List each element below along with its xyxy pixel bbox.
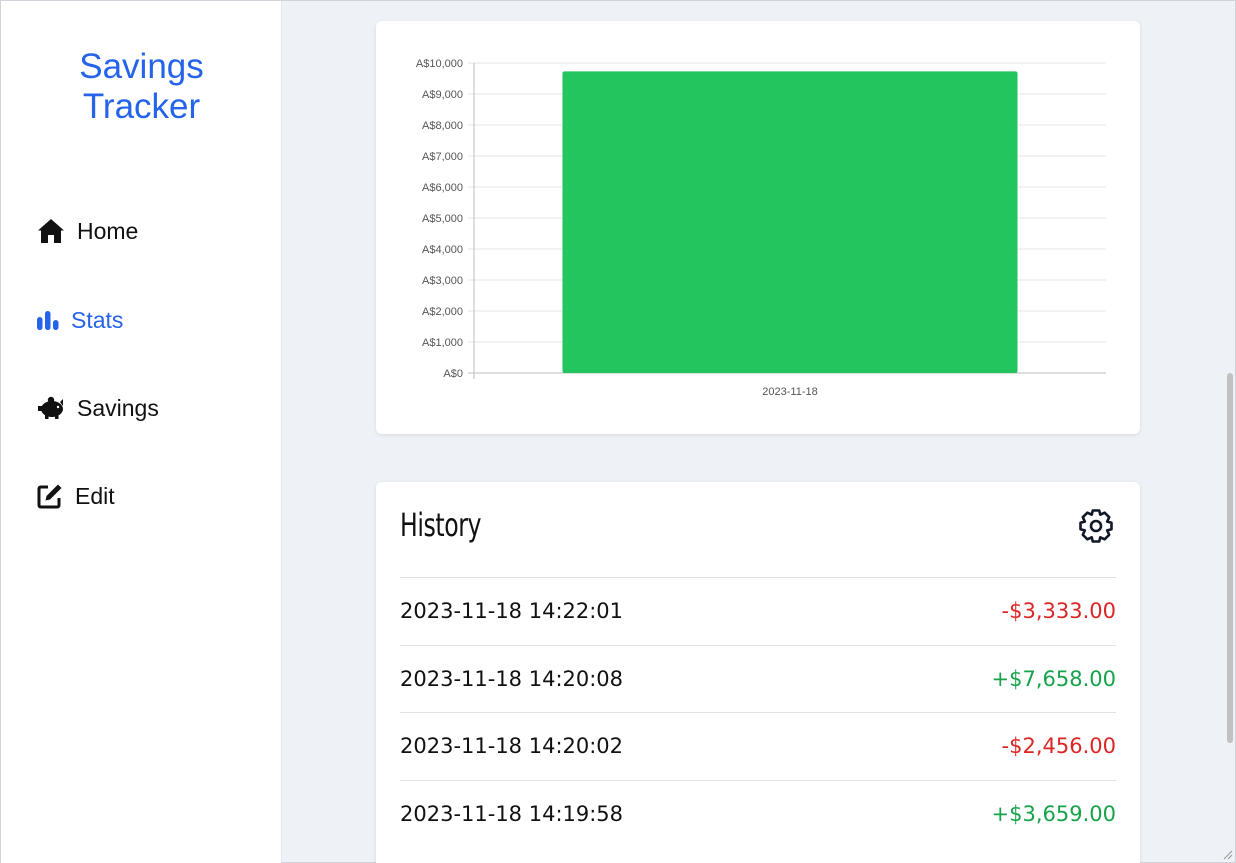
y-tick-label: A$0 bbox=[443, 368, 463, 380]
sidebar-item-savings[interactable]: Savings bbox=[37, 394, 159, 422]
y-tick-label: A$9,000 bbox=[422, 89, 463, 101]
y-tick-label: A$7,000 bbox=[422, 151, 463, 163]
app-title-line1: Savings bbox=[79, 47, 204, 86]
sidebar-item-label: Edit bbox=[75, 482, 115, 509]
y-tick-label: A$4,000 bbox=[422, 244, 463, 256]
history-row[interactable]: 2023-11-18 14:20:08 +$7,658.00 bbox=[400, 644, 1116, 713]
scrollbar-thumb[interactable] bbox=[1227, 373, 1233, 743]
history-row[interactable]: 2023-11-18 14:19:58 +$3,659.00 bbox=[400, 779, 1116, 848]
history-row[interactable]: 2023-11-18 14:22:01 -$3,333.00 bbox=[400, 577, 1116, 645]
history-timestamp: 2023-11-18 14:20:08 bbox=[400, 666, 624, 691]
history-list: 2023-11-18 14:22:01 -$3,333.00 2023-11-18 … bbox=[400, 577, 1116, 847]
history-timestamp: 2023-11-18 14:19:58 bbox=[400, 801, 624, 826]
piggy-bank-icon bbox=[37, 394, 65, 422]
app-title-line2: Tracker bbox=[82, 87, 201, 126]
app-title: Savings Tracker bbox=[1, 47, 282, 127]
history-card: History 2023-11-18 14:22:01 -$3,333.00 202… bbox=[376, 482, 1140, 863]
edit-icon bbox=[37, 482, 65, 510]
sidebar-item-home[interactable]: Home bbox=[37, 217, 138, 245]
y-tick-label: A$8,000 bbox=[422, 120, 463, 132]
history-amount: -$2,456.00 bbox=[1001, 734, 1116, 759]
sidebar: Savings Tracker Home Stats Savings Edit bbox=[1, 1, 282, 863]
gear-icon[interactable] bbox=[1078, 508, 1114, 544]
history-timestamp: 2023-11-18 14:20:02 bbox=[400, 734, 624, 759]
chart-card: A$0 A$1,000 A$2,000 A$3,000 A$4,000 A$5,000 A$… bbox=[376, 21, 1140, 434]
y-tick-label: A$10,000 bbox=[416, 58, 463, 70]
sidebar-item-edit[interactable]: Edit bbox=[37, 482, 115, 510]
history-title: History bbox=[400, 506, 482, 544]
home-icon bbox=[37, 217, 65, 245]
y-tick-label: A$1,000 bbox=[422, 337, 463, 349]
history-amount: +$3,659.00 bbox=[991, 801, 1116, 826]
sidebar-item-label: Home bbox=[77, 217, 139, 244]
y-tick-label: A$3,000 bbox=[422, 275, 463, 287]
history-timestamp: 2023-11-18 14:22:01 bbox=[400, 599, 624, 624]
history-row[interactable]: 2023-11-18 14:20:02 -$2,456.00 bbox=[400, 712, 1116, 780]
history-amount: +$7,658.00 bbox=[991, 666, 1116, 691]
resize-grip-icon[interactable] bbox=[1221, 848, 1233, 860]
sidebar-item-label: Savings bbox=[77, 394, 159, 421]
y-tick-label: A$5,000 bbox=[422, 213, 463, 225]
history-amount: -$3,333.00 bbox=[1001, 599, 1116, 624]
sidebar-item-stats[interactable]: Stats bbox=[37, 306, 123, 334]
chart-bar[interactable] bbox=[562, 71, 1018, 373]
bar-chart: A$0 A$1,000 A$2,000 A$3,000 A$4,000 A$5,000 A$… bbox=[416, 58, 1106, 398]
y-tick-label: A$2,000 bbox=[422, 306, 463, 318]
y-tick-label: A$6,000 bbox=[422, 182, 463, 194]
bar-chart-icon bbox=[37, 306, 61, 334]
x-tick-label: 2023-11-18 bbox=[762, 386, 817, 398]
sidebar-item-label: Stats bbox=[71, 306, 124, 333]
